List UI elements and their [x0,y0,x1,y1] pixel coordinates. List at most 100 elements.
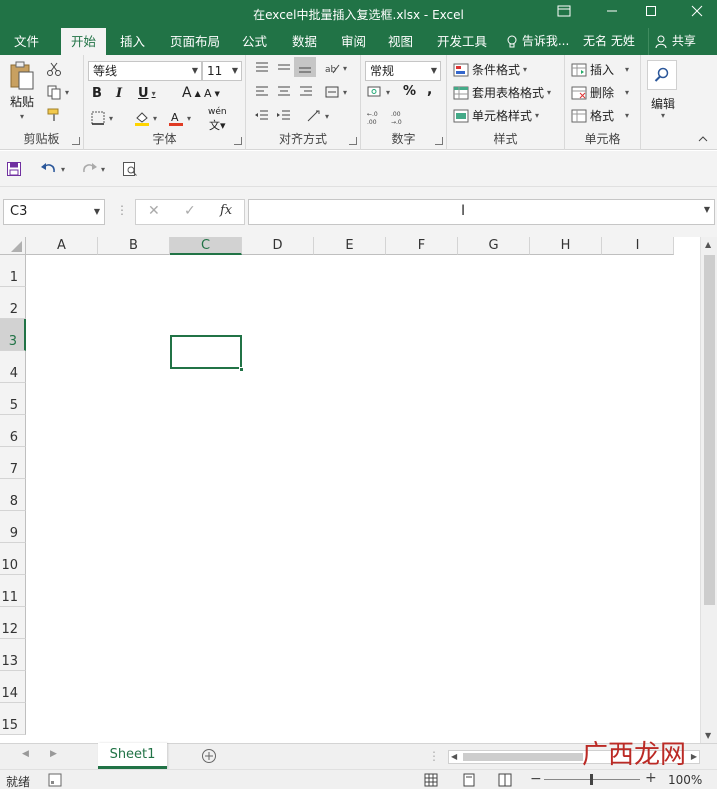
decrease-decimal-button[interactable]: .00 →.0 [391,109,409,125]
row-header-1[interactable]: 1 [0,255,26,287]
horizontal-scroll-thumb[interactable] [463,753,583,761]
name-box[interactable]: C3 ▼ [3,199,105,225]
tab-home[interactable]: 开始 [61,28,107,55]
copy-button[interactable]: ▾ [46,84,69,100]
close-icon[interactable] [680,0,714,28]
collapse-ribbon-icon[interactable] [698,135,708,143]
format-painter-button[interactable] [46,107,62,123]
fill-handle[interactable] [239,367,244,372]
tab-page-layout[interactable]: 页面布局 [160,28,230,55]
row-header-13[interactable]: 13 [0,639,26,671]
tab-review[interactable]: 审阅 [331,28,376,55]
prev-sheet-icon[interactable]: ◀ [22,749,29,759]
row-header-15[interactable]: 15 [0,703,26,735]
format-cells-button[interactable]: 格式 ▾ [571,107,629,124]
share-button[interactable]: 共享 [648,28,702,55]
row-header-4[interactable]: 4 [0,351,26,383]
clipboard-launcher-icon[interactable] [72,137,80,145]
zoom-out-button[interactable]: − [530,771,542,787]
alignment-launcher-icon[interactable] [349,137,357,145]
save-button[interactable] [6,161,22,177]
minimize-icon[interactable] [595,0,629,28]
font-name-select[interactable]: 等线 ▼ [88,61,202,81]
new-sheet-button[interactable] [201,748,217,767]
row-header-2[interactable]: 2 [0,287,26,319]
row-header-3[interactable]: 3 [0,319,26,351]
scroll-up-icon[interactable]: ▲ [705,240,711,249]
number-format-select[interactable]: 常规 ▼ [365,61,441,81]
align-left-button[interactable] [254,85,270,99]
orientation-button[interactable]: ab ▾ [324,61,347,76]
scroll-down-icon[interactable]: ▼ [705,731,711,740]
tab-data[interactable]: 数据 [282,28,327,55]
cell-styles-button[interactable]: 单元格样式 ▾ [453,107,539,124]
active-cell[interactable] [170,335,242,369]
cancel-entry-button[interactable]: ✕ [148,203,160,219]
bold-button[interactable]: B [92,86,102,101]
user-name[interactable]: 无名 无姓 [583,28,635,55]
font-color-button[interactable]: A ▾ [168,110,191,126]
zoom-in-button[interactable]: + [645,770,657,786]
row-header-9[interactable]: 9 [0,511,26,543]
decrease-indent-button[interactable] [254,109,270,123]
increase-indent-button[interactable] [276,109,292,123]
scroll-left-icon[interactable]: ◀ [451,752,457,761]
column-header-e[interactable]: E [314,237,386,255]
cut-button[interactable] [46,61,62,77]
redo-button[interactable]: ▾ [80,161,105,177]
tab-formulas[interactable]: 公式 [232,28,277,55]
column-header-b[interactable]: B [98,237,170,255]
macro-record-button[interactable] [48,773,62,789]
number-launcher-icon[interactable] [435,137,443,145]
shrink-font-button[interactable]: A ▼ [204,87,220,100]
tell-me-box[interactable]: 告诉我... [506,28,569,55]
accounting-format-button[interactable]: ▾ [367,85,390,99]
row-header-10[interactable]: 10 [0,543,26,575]
tab-developer[interactable]: 开发工具 [427,28,497,55]
align-center-button[interactable] [276,85,292,99]
conditional-formatting-button[interactable]: 条件格式 ▾ [453,61,527,78]
select-all-button[interactable] [0,237,26,255]
column-header-g[interactable]: G [458,237,530,255]
column-header-h[interactable]: H [530,237,602,255]
font-launcher-icon[interactable] [234,137,242,145]
borders-button[interactable]: ▾ [90,110,113,126]
underline-button[interactable]: U ▾ [138,86,156,101]
zoom-slider[interactable] [544,774,640,785]
tab-file[interactable]: 文件 [4,28,49,55]
vertical-scroll-thumb[interactable] [704,255,715,605]
column-header-i[interactable]: I [602,237,674,255]
row-header-8[interactable]: 8 [0,479,26,511]
vertical-scrollbar[interactable]: ▲ ▼ [700,237,717,743]
row-header-7[interactable]: 7 [0,447,26,479]
worksheet-grid[interactable]: ▲ ▼ A B C D E F G H I 1 2 3 4 5 6 7 8 9 10 11 12 13 14 15 [0,237,717,743]
row-header-6[interactable]: 6 [0,415,26,447]
font-size-select[interactable]: 11 ▼ [202,61,242,81]
percent-button[interactable]: % [403,84,416,99]
align-top-button[interactable] [254,61,270,75]
tab-insert[interactable]: 插入 [110,28,155,55]
enter-button[interactable]: ✓ [184,203,196,219]
column-header-a[interactable]: A [26,237,98,255]
text-direction-button[interactable]: ▾ [306,109,329,123]
align-right-button[interactable] [298,85,314,99]
search-button[interactable] [647,60,677,90]
page-break-view-button[interactable] [498,773,512,789]
grow-font-button[interactable]: A ▲ [182,85,201,101]
column-header-c[interactable]: C [170,237,242,255]
row-header-14[interactable]: 14 [0,671,26,703]
column-header-f[interactable]: F [386,237,458,255]
fill-color-button[interactable]: ▾ [134,110,157,126]
delete-cells-button[interactable]: 删除 ▾ [571,84,629,101]
row-header-5[interactable]: 5 [0,383,26,415]
restore-icon[interactable] [634,0,668,28]
insert-cells-button[interactable]: 插入 ▾ [571,61,629,78]
align-bottom-button[interactable] [294,57,316,77]
zoom-slider-thumb[interactable] [590,774,593,785]
row-header-11[interactable]: 11 [0,575,26,607]
formula-input[interactable]: I ▼ [248,199,715,225]
italic-button[interactable]: I [116,86,122,101]
wrap-text-button[interactable]: ▾ [324,85,347,99]
comma-button[interactable]: , [427,82,432,98]
column-header-d[interactable]: D [242,237,314,255]
